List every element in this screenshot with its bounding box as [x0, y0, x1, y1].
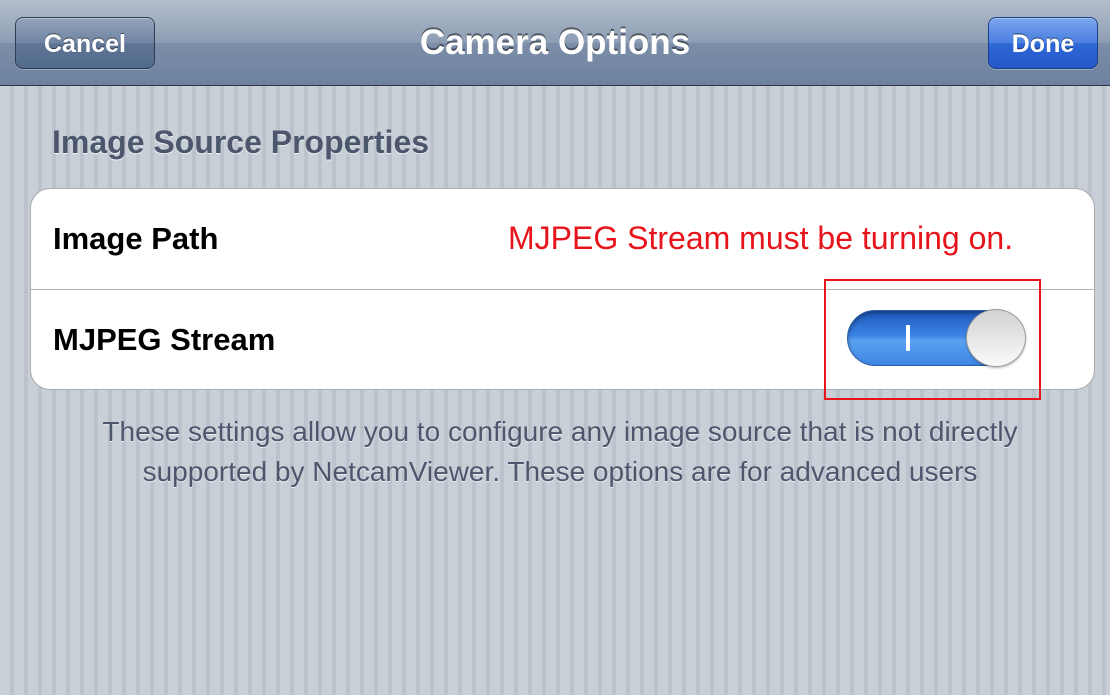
annotation-text: MJPEG Stream must be turning on.: [508, 220, 1014, 256]
image-path-label: Image Path: [53, 221, 219, 256]
page-title: Camera Options: [419, 23, 691, 62]
annotation-highlight-box: [824, 279, 1041, 400]
mjpeg-stream-label: MJPEG Stream: [53, 322, 276, 357]
navigation-bar: Cancel Camera Options Done: [0, 0, 1110, 86]
section-header: Image Source Properties: [52, 124, 430, 160]
section-footer-note: These settings allow you to configure an…: [102, 416, 1018, 487]
done-button[interactable]: Done: [988, 17, 1098, 69]
